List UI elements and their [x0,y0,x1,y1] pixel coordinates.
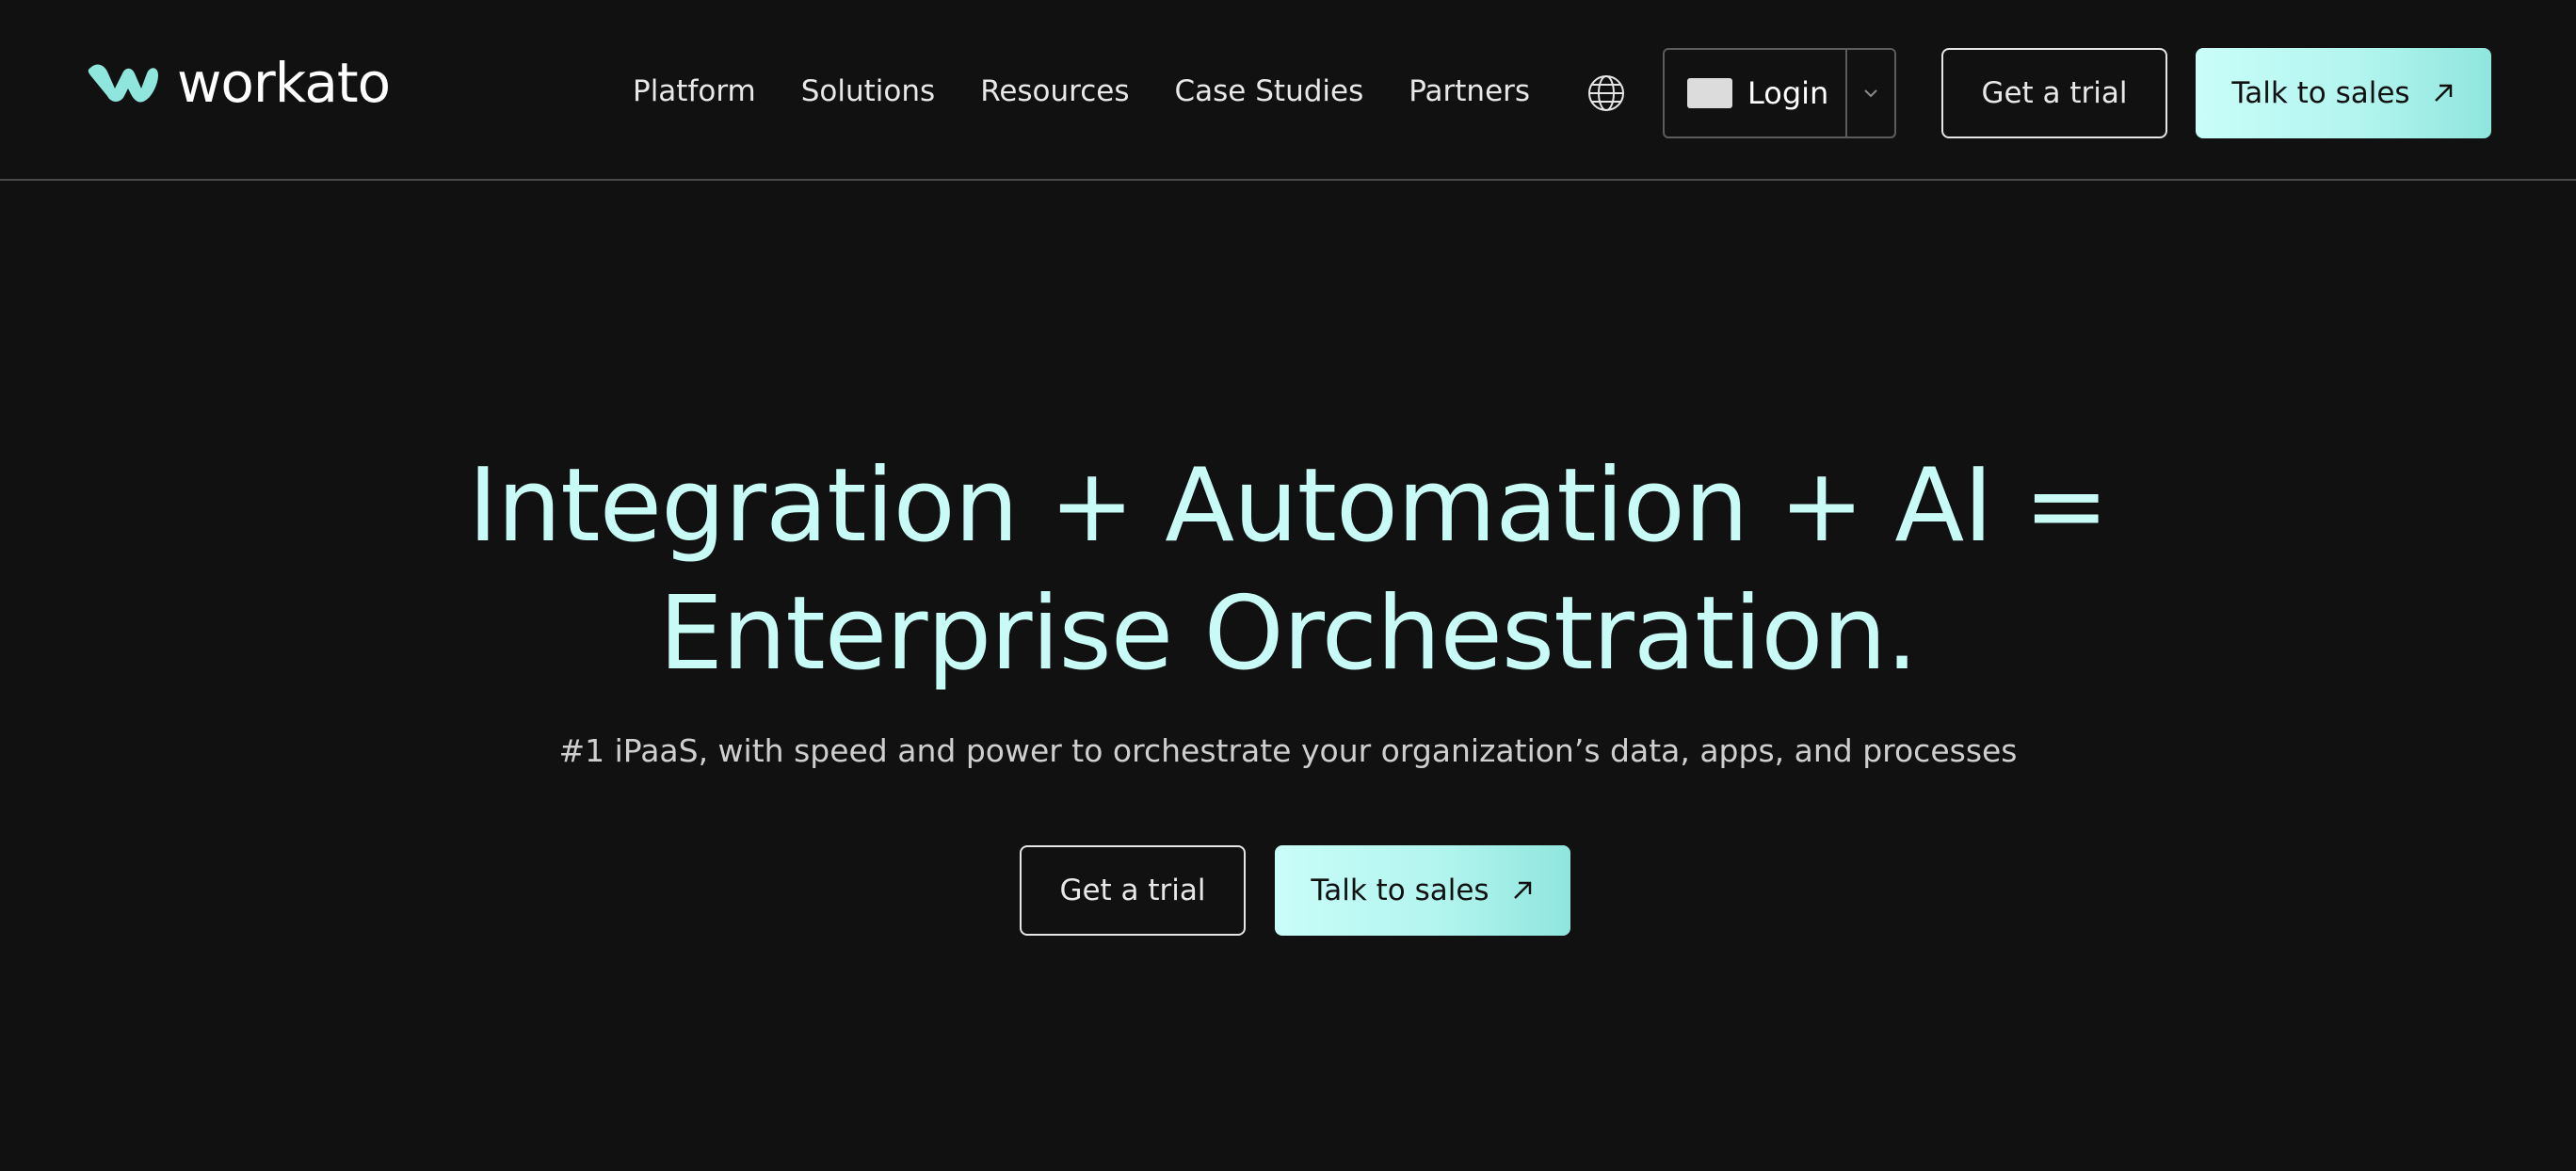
header-get-trial-button[interactable]: Get a trial [1941,48,2167,138]
nav-item-partners[interactable]: Partners [1409,68,1530,115]
header-talk-to-sales-button[interactable]: Talk to sales [2196,48,2491,138]
hero-headline-line-1: Integration + Automation + AI = [468,447,2109,565]
login-button[interactable]: Login [1665,50,1847,136]
nav-item-resources[interactable]: Resources [980,68,1129,115]
hero-headline: Integration + Automation + AI = Enterpri… [0,442,2576,698]
hero-talk-to-sales-button[interactable]: Talk to sales [1275,845,1570,936]
page: workato Platform Solutions Resources Cas… [0,0,2576,1171]
login-dropdown-toggle[interactable] [1847,50,1894,136]
main-nav: Platform Solutions Resources Case Studie… [633,68,1530,115]
nav-item-solutions[interactable]: Solutions [801,68,935,115]
workato-logo[interactable]: workato [83,51,391,115]
workato-logo-icon [88,64,158,103]
globe-icon[interactable] [1586,72,1627,114]
arrow-up-right-icon [1513,881,1531,899]
login-app-icon [1687,78,1732,108]
hero-talk-to-sales-label: Talk to sales [1311,874,1489,907]
nav-item-platform[interactable]: Platform [633,68,756,115]
top-navigation-bar: workato Platform Solutions Resources Cas… [0,0,2576,181]
chevron-down-icon [1864,89,1877,98]
hero-headline-line-2: Enterprise Orchestration. [658,575,1919,693]
login-label: Login [1747,75,1829,111]
header-talk-to-sales-label: Talk to sales [2231,76,2410,110]
nav-item-case-studies[interactable]: Case Studies [1175,68,1364,115]
hero-get-trial-label: Get a trial [1059,874,1206,907]
hero-subtitle: #1 iPaaS, with speed and power to orches… [558,732,2018,769]
arrow-up-right-icon [2434,84,2452,102]
brand-name: workato [177,51,391,115]
login-button-group: Login [1663,48,1896,138]
hero-get-trial-button[interactable]: Get a trial [1020,845,1246,936]
header-get-trial-label: Get a trial [1981,76,2128,110]
